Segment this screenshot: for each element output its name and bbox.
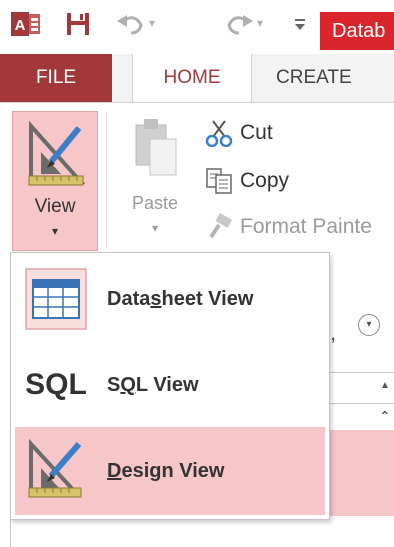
format-painter-label: Format Painte: [240, 215, 372, 238]
dropdown-circle-icon[interactable]: ▾: [358, 314, 380, 336]
scissors-icon: [204, 118, 234, 148]
design-view-icon: [25, 437, 87, 501]
chevron-down-icon: ▾: [51, 224, 59, 238]
chevron-down-icon: ▾: [151, 221, 159, 235]
copy-button[interactable]: Copy: [204, 165, 289, 197]
svg-text:▾: ▾: [149, 16, 155, 30]
quick-access-toolbar: A ▾ ▾ Datab: [0, 0, 394, 50]
sort-arrow-icon: ▲: [380, 380, 390, 391]
svg-text:▾: ▾: [257, 16, 263, 30]
format-painter-button[interactable]: Format Painte: [204, 211, 372, 243]
format-painter-icon: [204, 212, 234, 242]
collapse-chevron-icon[interactable]: ⌃: [379, 408, 391, 425]
save-icon[interactable]: [60, 8, 96, 40]
ribbon-divider: [106, 113, 107, 249]
tab-home[interactable]: HOME: [132, 54, 252, 104]
menu-item-label: SQL View: [107, 374, 199, 396]
redo-icon[interactable]: ▾: [220, 8, 266, 40]
cut-label: Cut: [240, 121, 273, 144]
tab-file[interactable]: FILE: [0, 54, 112, 102]
paste-button[interactable]: Paste ▾: [118, 117, 192, 247]
menu-item-label: Design View: [107, 460, 225, 482]
ribbon-tabs: FILE HOME CREATE: [0, 54, 394, 104]
grid-line: [330, 403, 394, 404]
undo-icon[interactable]: ▾: [114, 8, 160, 40]
design-ruler-icon: [27, 120, 86, 191]
menu-item-design-view[interactable]: Design View: [15, 427, 325, 515]
cut-button[interactable]: Cut: [204, 117, 273, 149]
copy-label: Copy: [240, 169, 290, 192]
ribbon-home-panel: View ▾ Paste ▾ Cut Copy Format Painte: [0, 102, 394, 253]
sql-icon: SQL: [25, 368, 87, 401]
field-separator: ,: [330, 320, 337, 345]
access-app-icon[interactable]: A: [8, 8, 44, 40]
view-button-label: View: [34, 196, 76, 217]
customize-qat-icon[interactable]: [290, 8, 310, 40]
menu-item-sql-view[interactable]: SQL SQL View: [15, 343, 325, 427]
view-dropdown-menu: Datasheet View SQL SQL View Design View: [10, 252, 330, 520]
window-title: Datab: [320, 12, 394, 50]
menu-item-datasheet-view[interactable]: Datasheet View: [15, 257, 325, 341]
svg-text:A: A: [15, 17, 26, 34]
datasheet-icon: [25, 267, 87, 331]
selected-row-highlight: [330, 430, 394, 516]
tab-create[interactable]: CREATE: [264, 54, 394, 102]
view-button[interactable]: View ▾: [12, 111, 98, 251]
menu-item-label: Datasheet View: [107, 288, 254, 310]
copy-icon: [204, 166, 234, 196]
paste-icon: [134, 117, 178, 186]
grid-line: [330, 372, 394, 373]
pane-border: [10, 520, 11, 547]
paste-button-label: Paste: [131, 193, 179, 213]
